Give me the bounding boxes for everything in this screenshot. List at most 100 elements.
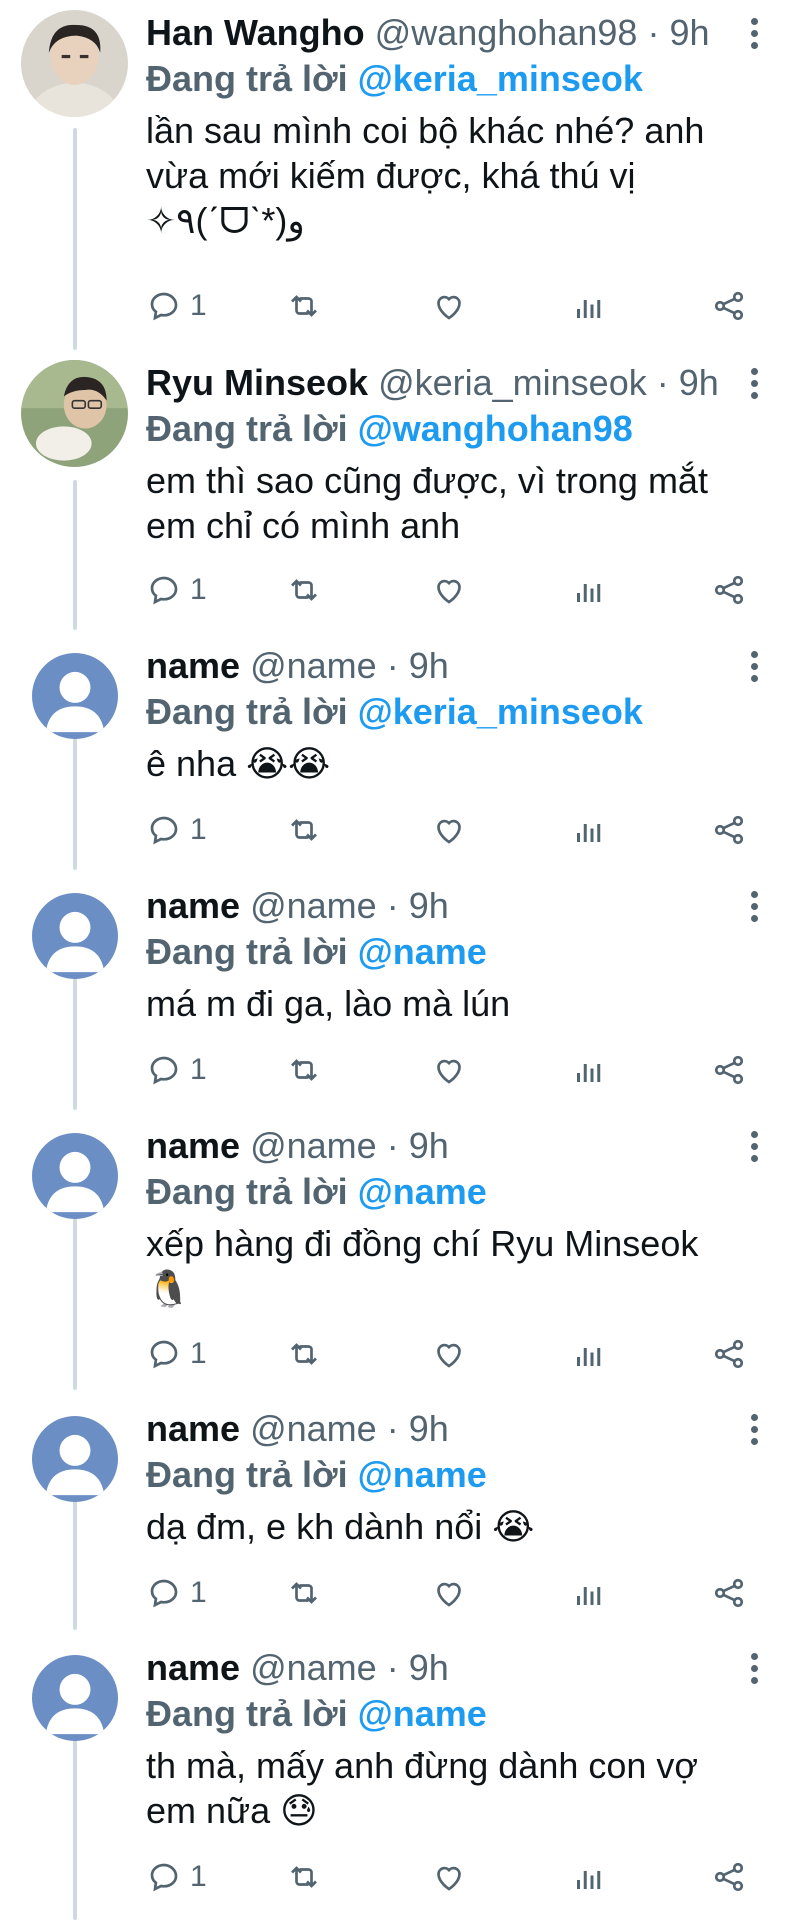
retweet-button[interactable] — [286, 1857, 322, 1897]
action-bar: 1 — [146, 810, 766, 850]
share-button[interactable] — [711, 1857, 747, 1897]
avatar[interactable] — [32, 893, 118, 979]
mention-link[interactable]: @wanghohan98 — [358, 408, 633, 449]
thread-line — [73, 1200, 77, 1390]
avatar[interactable] — [32, 1655, 118, 1741]
retweet-button[interactable] — [286, 1334, 322, 1374]
avatar[interactable] — [32, 653, 118, 739]
display-name[interactable]: name — [146, 1408, 240, 1449]
mention-link[interactable]: @name — [358, 1693, 487, 1734]
reply-button[interactable]: 1 — [146, 1857, 207, 1897]
retweet-button[interactable] — [286, 810, 322, 850]
analytics-button[interactable] — [571, 1573, 607, 1613]
display-name[interactable]: name — [146, 885, 240, 926]
avatar[interactable] — [21, 10, 128, 117]
comment-icon — [150, 576, 178, 605]
more-options-icon[interactable] — [740, 643, 768, 689]
share-button[interactable] — [711, 1573, 747, 1613]
mention-link[interactable]: @name — [358, 1171, 487, 1212]
user-handle[interactable]: @name — [250, 885, 377, 926]
mention-link[interactable]: @keria_minseok — [358, 691, 643, 732]
tweet-text: ê nha 😭😭 — [146, 743, 331, 784]
like-button[interactable] — [431, 570, 467, 610]
reply-button[interactable]: 1 — [146, 810, 207, 850]
share-button[interactable] — [711, 570, 747, 610]
retweet-icon — [291, 1582, 317, 1604]
comment-icon — [150, 1056, 178, 1085]
retweet-button[interactable] — [286, 1050, 322, 1090]
reply-button[interactable]: 1 — [146, 570, 207, 610]
heart-icon — [437, 819, 461, 844]
more-options-icon[interactable] — [740, 10, 768, 56]
tweet-header: name @name · 9h — [146, 645, 449, 686]
timestamp[interactable]: 9h — [679, 362, 719, 403]
more-options-icon[interactable] — [740, 1406, 768, 1452]
avatar[interactable] — [32, 1133, 118, 1219]
retweet-button[interactable] — [286, 1573, 322, 1613]
user-handle[interactable]: @keria_minseok — [378, 362, 647, 403]
avatar[interactable] — [21, 360, 128, 467]
timestamp[interactable]: 9h — [409, 645, 449, 686]
more-options-icon[interactable] — [740, 360, 768, 406]
reply-context: Đang trả lời @keria_minseok — [146, 58, 643, 99]
share-button[interactable] — [711, 286, 747, 326]
timestamp[interactable]: 9h — [409, 1647, 449, 1688]
action-bar: 1 — [146, 1050, 766, 1090]
like-button[interactable] — [431, 1334, 467, 1374]
like-button[interactable] — [431, 810, 467, 850]
retweet-icon — [291, 579, 317, 601]
analytics-button[interactable] — [571, 1857, 607, 1897]
share-icon — [714, 1339, 744, 1369]
tweet-text: th mà, mấy anh đừng dành con vợ em nữa 😓 — [146, 1745, 699, 1831]
reply-button[interactable]: 1 — [146, 286, 207, 326]
like-button[interactable] — [431, 1857, 467, 1897]
reply-count: 1 — [190, 1860, 207, 1893]
comment-icon — [150, 1340, 178, 1369]
reply-button[interactable]: 1 — [146, 1050, 207, 1090]
user-handle[interactable]: @name — [250, 645, 377, 686]
share-button[interactable] — [711, 1050, 747, 1090]
timestamp[interactable]: 9h — [669, 12, 709, 53]
mention-link[interactable]: @name — [358, 1454, 487, 1495]
more-options-icon[interactable] — [740, 1123, 768, 1169]
mention-link[interactable]: @name — [358, 931, 487, 972]
reply-context: Đang trả lời @name — [146, 1171, 487, 1212]
like-button[interactable] — [431, 1050, 467, 1090]
display-name[interactable]: name — [146, 1125, 240, 1166]
timestamp[interactable]: 9h — [409, 1408, 449, 1449]
reply-button[interactable]: 1 — [146, 1334, 207, 1374]
heart-icon — [437, 1059, 461, 1084]
analytics-button[interactable] — [571, 1050, 607, 1090]
share-button[interactable] — [711, 1334, 747, 1374]
mention-link[interactable]: @keria_minseok — [358, 58, 643, 99]
retweet-icon — [291, 1866, 317, 1888]
user-handle[interactable]: @name — [250, 1647, 377, 1688]
display-name[interactable]: Han Wangho — [146, 12, 365, 53]
display-name[interactable]: name — [146, 645, 240, 686]
more-options-icon[interactable] — [740, 883, 768, 929]
timestamp[interactable]: 9h — [409, 1125, 449, 1166]
thread-line — [73, 480, 77, 630]
like-button[interactable] — [431, 286, 467, 326]
action-bar: 1 — [146, 1334, 766, 1374]
more-options-icon[interactable] — [740, 1645, 768, 1691]
analytics-button[interactable] — [571, 810, 607, 850]
user-handle[interactable]: @name — [250, 1408, 377, 1449]
like-button[interactable] — [431, 1573, 467, 1613]
retweet-icon — [291, 295, 317, 317]
display-name[interactable]: name — [146, 1647, 240, 1688]
reply-count: 1 — [190, 289, 207, 322]
user-handle[interactable]: @wanghohan98 — [375, 12, 638, 53]
share-icon — [714, 575, 744, 605]
reply-button[interactable]: 1 — [146, 1573, 207, 1613]
user-handle[interactable]: @name — [250, 1125, 377, 1166]
retweet-button[interactable] — [286, 286, 322, 326]
retweet-button[interactable] — [286, 570, 322, 610]
avatar[interactable] — [32, 1416, 118, 1502]
display-name[interactable]: Ryu Minseok — [146, 362, 368, 403]
analytics-button[interactable] — [571, 570, 607, 610]
timestamp[interactable]: 9h — [409, 885, 449, 926]
analytics-button[interactable] — [571, 286, 607, 326]
analytics-button[interactable] — [571, 1334, 607, 1374]
share-button[interactable] — [711, 810, 747, 850]
